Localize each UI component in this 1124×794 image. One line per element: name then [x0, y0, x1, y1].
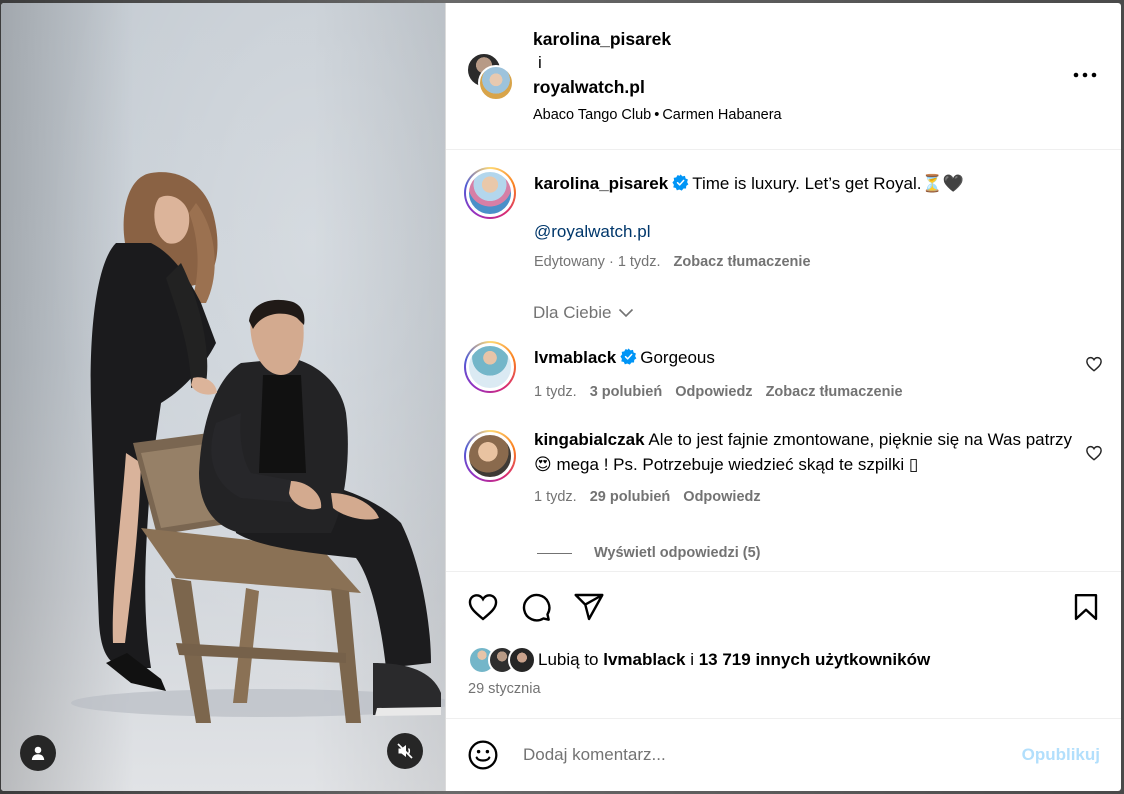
view-replies-button[interactable]: Wyświetl odpowiedzi (5) [537, 545, 761, 561]
avatar [478, 65, 514, 101]
comment-reply-button[interactable]: Odpowiedz [675, 384, 752, 400]
likes-count-link[interactable]: 13 719 innych użytkowników [699, 650, 930, 670]
post-caption: karolina_pisarek Time is luxury. Let’s ge… [464, 167, 1101, 270]
location-link[interactable]: Abaco Tango Club [533, 107, 651, 123]
caption-translate-link[interactable]: Zobacz tłumaczenie [674, 254, 811, 270]
chevron-down-icon [619, 308, 634, 318]
likes-user-link[interactable]: lvmablack [603, 650, 685, 670]
mute-icon [397, 743, 413, 759]
post-header: karolina_pisarek i royalwatch.pl Abaco T… [446, 3, 1121, 150]
comment-likes-link[interactable]: 3 polubień [590, 384, 663, 400]
photo-couple-on-chair [71, 172, 445, 723]
comment-translate-link[interactable]: Zobacz tłumaczenie [766, 384, 903, 400]
mute-button[interactable] [387, 733, 423, 769]
heart-icon[interactable] [1085, 355, 1103, 373]
likes-summary: Lubią to lvmablack i 13 719 innych użytk… [468, 646, 930, 674]
collab-avatars[interactable] [466, 52, 514, 101]
caption-username[interactable]: karolina_pisarek [534, 174, 668, 193]
share-button[interactable] [572, 590, 606, 624]
caption-mention-link[interactable]: @royalwatch.pl [534, 222, 1101, 242]
more-options-button[interactable] [1071, 65, 1099, 85]
verified-icon [620, 348, 637, 365]
view-replies-label: Wyświetl odpowiedzi (5) [594, 545, 761, 561]
likes-conjunction: i [690, 650, 694, 669]
comment-avatar[interactable] [464, 430, 516, 482]
comment-button[interactable] [519, 590, 553, 624]
separator-dot: • [654, 107, 660, 123]
heart-icon [468, 594, 498, 621]
comment-text: Gorgeous [640, 348, 715, 367]
comments-filter-dropdown[interactable]: Dla Ciebie [533, 303, 634, 323]
tagged-users-button[interactable] [20, 735, 56, 771]
header-username-2[interactable]: royalwatch.pl [533, 75, 782, 99]
publish-button[interactable]: Opublikuj [1022, 745, 1100, 765]
comment-avatar[interactable] [464, 341, 516, 393]
comment-item: kingabialczak Ale to jest fajnie zmontow… [464, 430, 1103, 505]
save-button[interactable] [1069, 590, 1103, 624]
post-side-panel: karolina_pisarek i royalwatch.pl Abaco T… [445, 3, 1121, 791]
comments-filter-label: Dla Ciebie [533, 303, 612, 322]
comment-likes-link[interactable]: 29 polubień [590, 489, 671, 505]
comment-icon [522, 593, 551, 622]
avatar [508, 646, 536, 674]
like-button[interactable] [466, 590, 500, 624]
add-comment-bar: Opublikuj [446, 718, 1121, 791]
comment-time: 1 tydz. [534, 489, 577, 505]
comment-username[interactable]: kingabialczak [534, 430, 645, 449]
post-modal: karolina_pisarek i royalwatch.pl Abaco T… [1, 3, 1121, 791]
header-conjunction: i [538, 53, 542, 72]
divider [537, 552, 572, 554]
comments-section[interactable]: karolina_pisarek Time is luxury. Let’s ge… [446, 150, 1121, 571]
emoji-icon[interactable] [467, 739, 499, 771]
likes-prefix: Lubią to [538, 650, 599, 669]
comment-time: 1 tydz. [534, 384, 577, 400]
comment-reply-button[interactable]: Odpowiedz [683, 489, 760, 505]
caption-edited-time: Edytowany · 1 tydz. [534, 254, 661, 270]
audio-link[interactable]: Carmen Habanera [662, 107, 781, 123]
bookmark-icon [1074, 593, 1098, 621]
header-subtitle: Abaco Tango Club • Carmen Habanera [533, 107, 782, 123]
share-icon [574, 593, 604, 621]
post-media[interactable] [1, 3, 445, 791]
comment-input[interactable] [521, 744, 1022, 766]
caption-text: Time is luxury. Let’s get Royal.⏳🖤 [692, 174, 964, 193]
post-date[interactable]: 29 stycznia [468, 681, 541, 697]
post-actions: Lubią to lvmablack i 13 719 innych użytk… [446, 571, 1121, 718]
user-icon [31, 746, 45, 760]
comment-item: lvmablack Gorgeous 1 tydz. 3 polubień Odpow… [464, 341, 1103, 400]
verified-icon [672, 174, 689, 191]
comment-username[interactable]: lvmablack [534, 348, 616, 367]
more-icon [1073, 72, 1097, 78]
heart-icon[interactable] [1085, 444, 1103, 462]
liker-avatars [468, 646, 538, 674]
caption-avatar[interactable] [464, 167, 516, 219]
header-username-1[interactable]: karolina_pisarek [533, 27, 782, 51]
